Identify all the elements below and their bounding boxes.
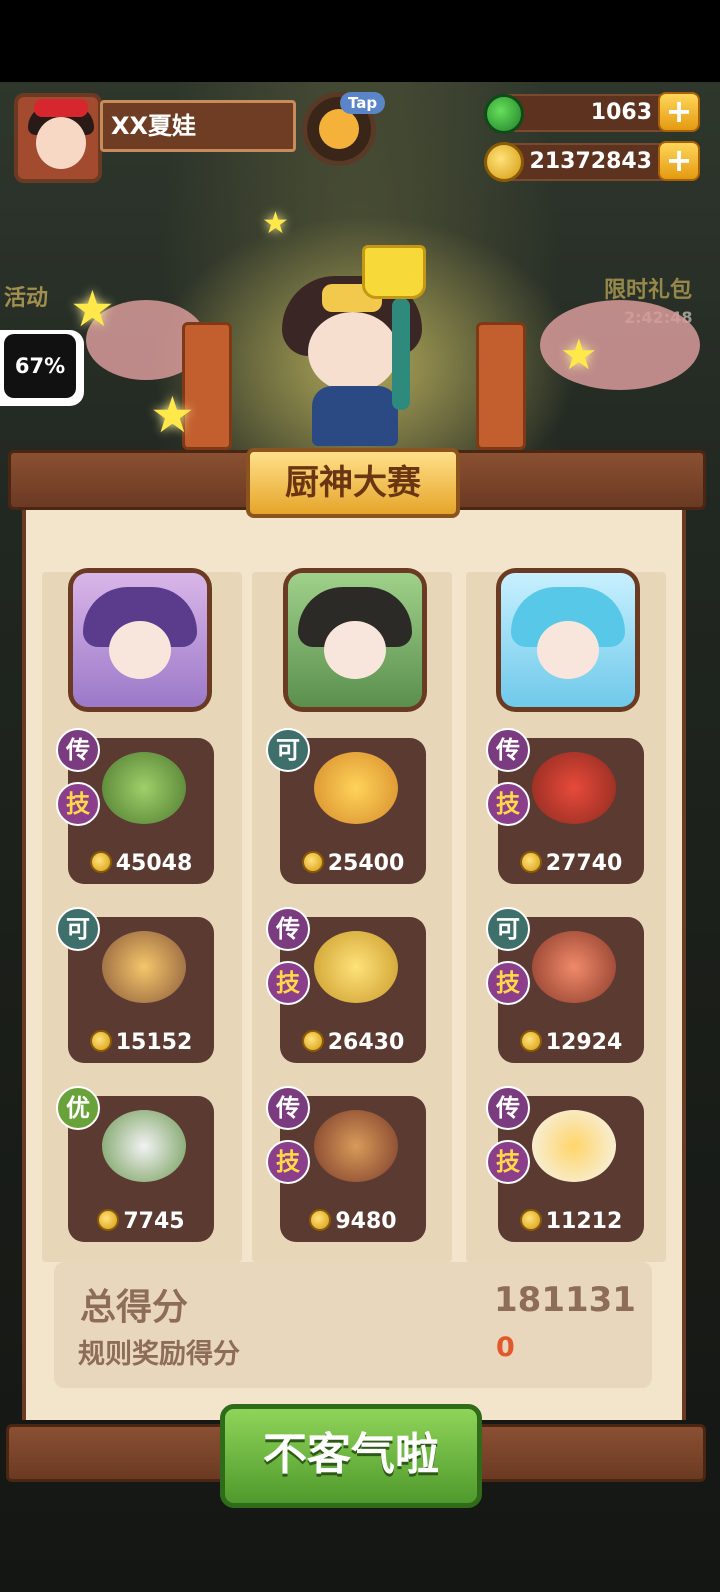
contestant-portrait-2[interactable] [283,568,427,712]
rarity-badge: 传 [266,1086,310,1130]
skill-badge: 技 [266,961,310,1005]
rarity-badge: 传 [486,728,530,772]
coin-counter: 21372843 [500,143,668,181]
star-icon: ★ [70,280,115,338]
add-coins-button[interactable]: + [658,141,700,181]
star-icon: ★ [150,386,195,444]
skill-badge: 技 [266,1140,310,1184]
progress-indicator: 67% [0,330,84,406]
star-icon: ★ [560,330,598,379]
rarity-badge: 可 [56,907,100,951]
rarity-badge: 可 [486,907,530,951]
player-name: XX夏娃 [100,100,296,152]
rarity-badge: 传 [486,1086,530,1130]
star-icon: ★ [262,206,289,241]
dish-price: 11212 [545,1209,623,1234]
dish-price: 26430 [327,1030,405,1055]
rarity-badge: 可 [266,728,310,772]
rarity-badge: 优 [56,1086,100,1130]
player-avatar[interactable] [14,93,102,183]
dish-price: 45048 [115,851,193,876]
jade-icon [484,94,524,134]
dish-price: 27740 [545,851,623,876]
skill-badge: 技 [56,782,100,826]
dish-price: 25400 [327,851,405,876]
skill-badge: 技 [486,1140,530,1184]
dish-price: 12924 [545,1030,623,1055]
contestant-portrait-1[interactable] [68,568,212,712]
confirm-button[interactable]: 不客气啦 [220,1404,482,1508]
skill-badge: 技 [486,782,530,826]
trophy-handle [392,298,410,410]
rarity-badge: 传 [56,728,100,772]
progress-percent: 67% [4,334,76,398]
total-score-value: 181131 [494,1280,636,1320]
tap-label: Tap [340,92,386,114]
contest-title: 厨神大赛 [246,448,460,518]
dish-price: 7745 [123,1209,185,1234]
add-jade-button[interactable]: + [658,92,700,132]
dish-price: 15152 [115,1030,193,1055]
rule-bonus-value: 0 [496,1332,515,1363]
dish-price: 9480 [335,1209,397,1234]
fence-post [476,322,526,450]
trophy-icon [362,245,426,299]
activity-button[interactable]: 活动 [4,280,48,312]
contestant-portrait-3[interactable] [496,568,640,712]
total-score-label: 总得分 [80,1287,189,1328]
jade-counter: 1063 [500,94,668,132]
rarity-badge: 传 [266,907,310,951]
skill-badge: 技 [486,961,530,1005]
rule-bonus-label: 规则奖励得分 [78,1339,240,1370]
coin-icon [484,142,524,182]
